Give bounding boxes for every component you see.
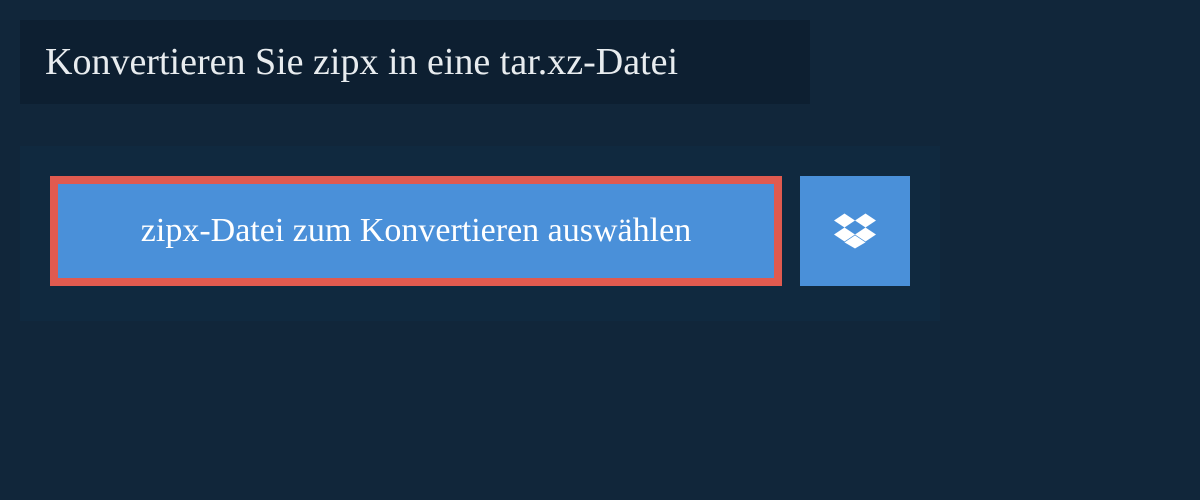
main-container: Konvertieren Sie zipx in eine tar.xz-Dat…: [0, 0, 1200, 321]
title-box: Konvertieren Sie zipx in eine tar.xz-Dat…: [20, 20, 810, 104]
dropbox-icon: [834, 210, 876, 252]
select-file-label: zipx-Datei zum Konvertieren auswählen: [141, 212, 691, 249]
page-title: Konvertieren Sie zipx in eine tar.xz-Dat…: [45, 40, 785, 84]
dropbox-button[interactable]: [800, 176, 910, 286]
select-file-button[interactable]: zipx-Datei zum Konvertieren auswählen: [50, 176, 782, 286]
upload-section: zipx-Datei zum Konvertieren auswählen: [20, 146, 940, 321]
